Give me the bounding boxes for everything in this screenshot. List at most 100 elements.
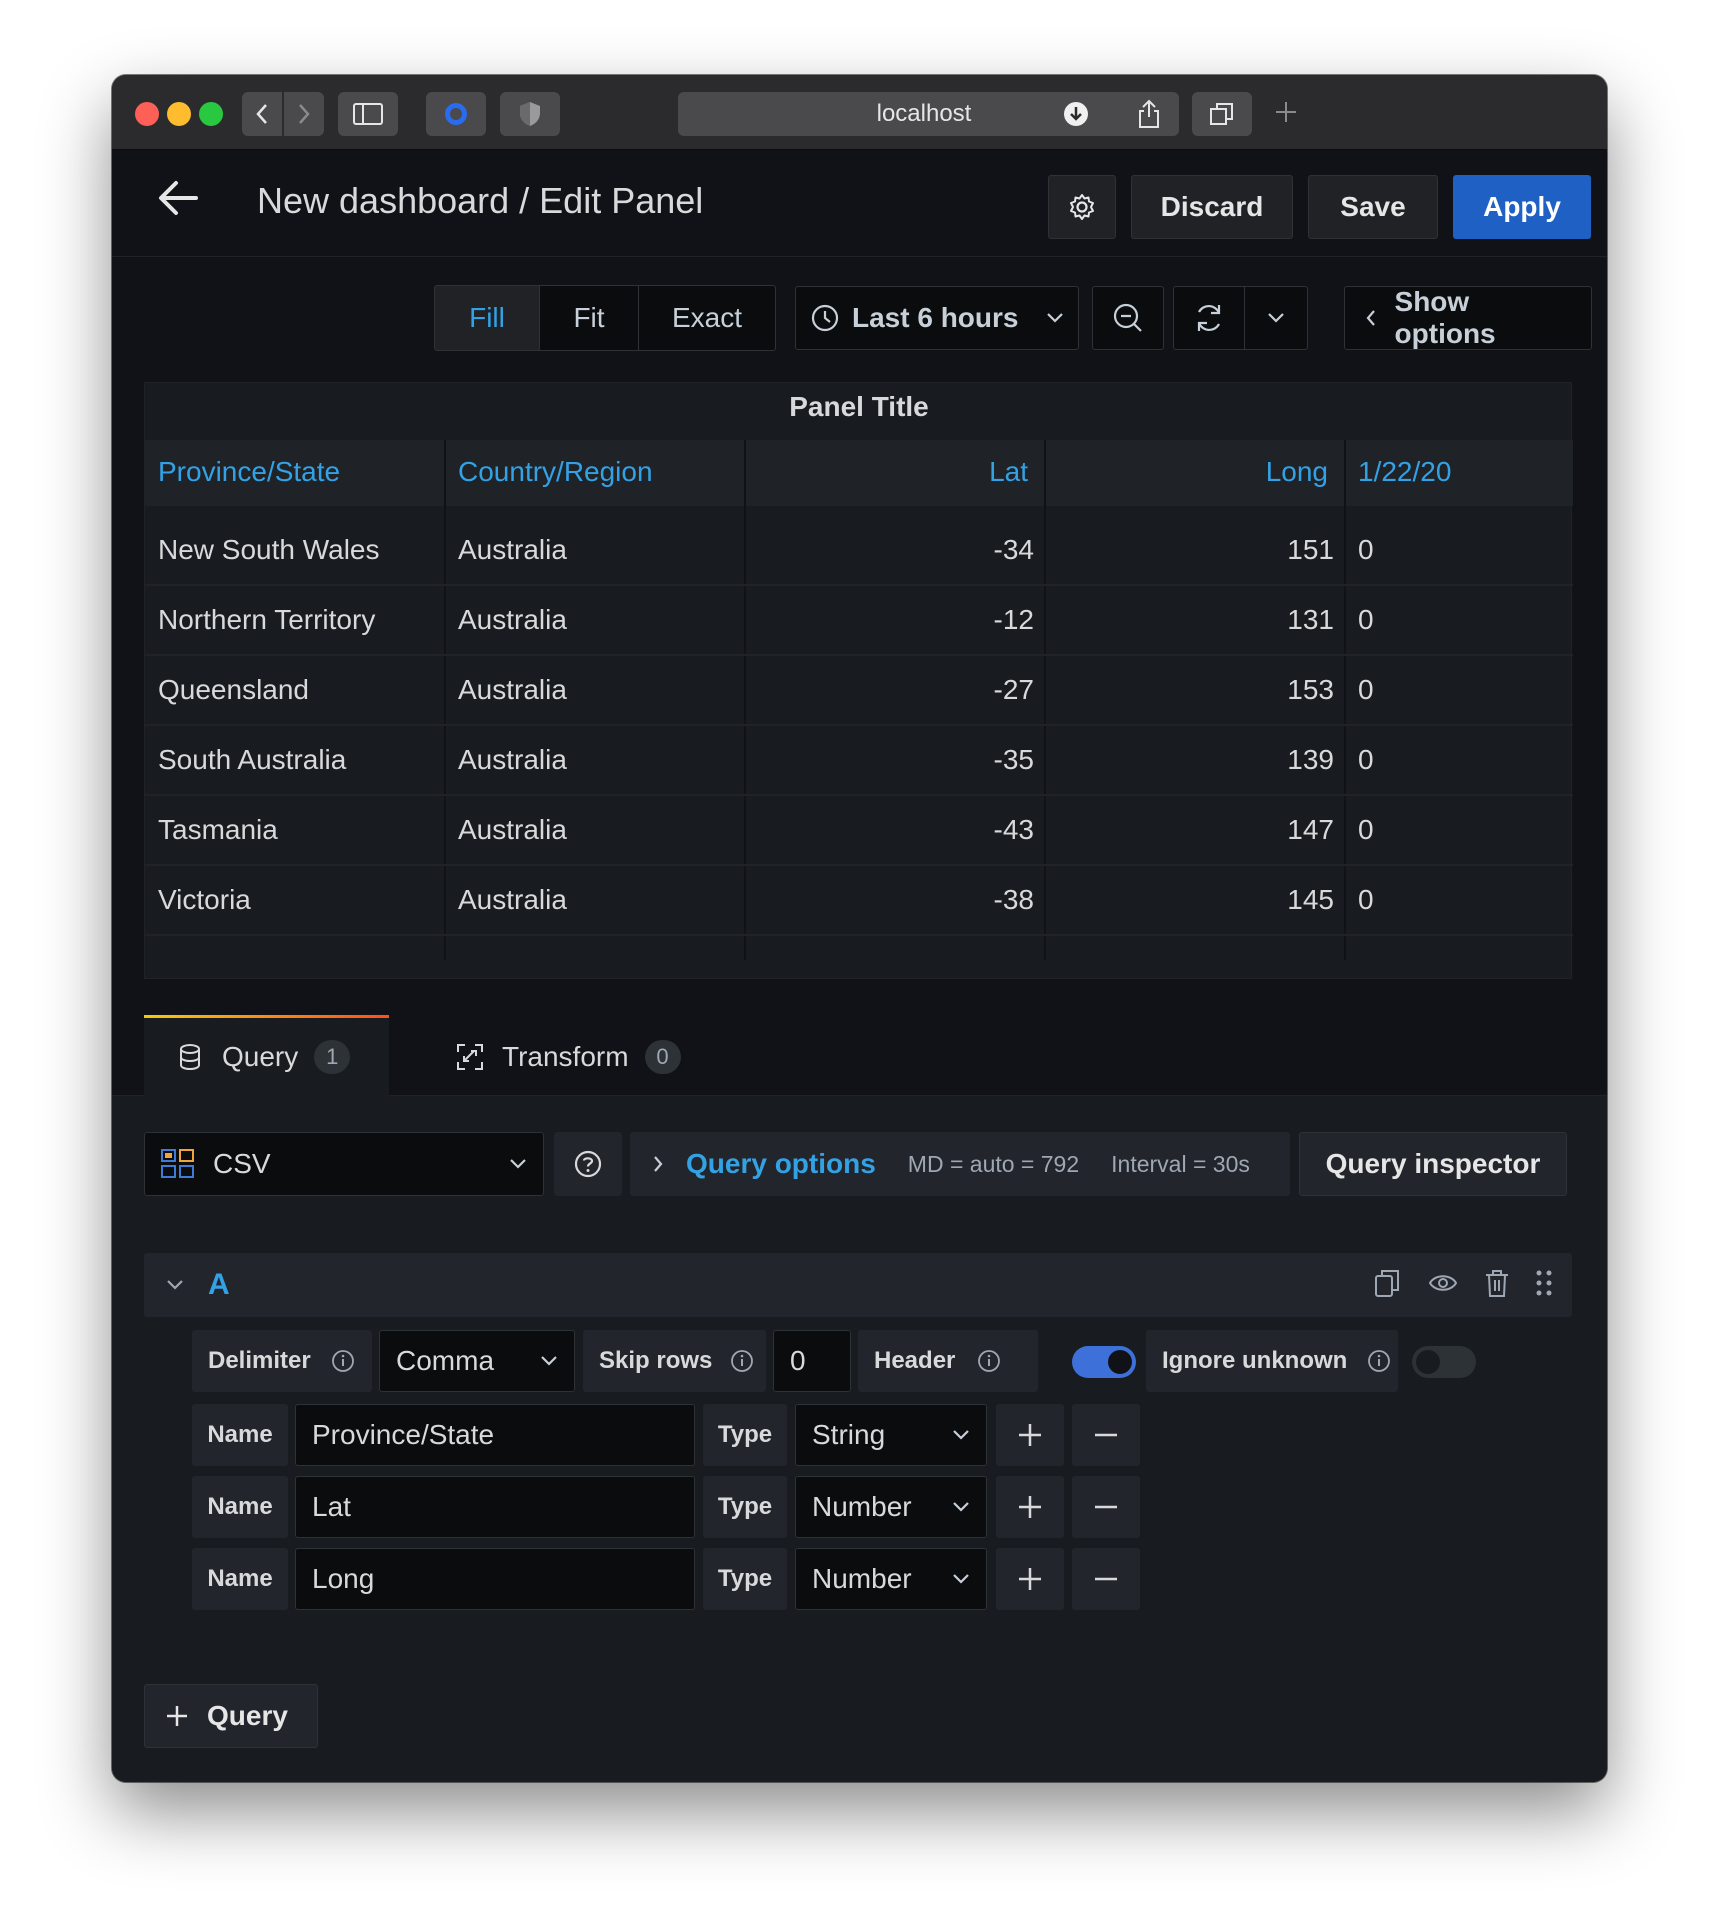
chevron-right-icon	[299, 104, 310, 124]
discard-button[interactable]: Discard	[1131, 175, 1293, 239]
toggle-query-visibility-button[interactable]	[1428, 1272, 1458, 1294]
query-ref-id[interactable]: A	[208, 1268, 230, 1302]
time-range-label: Last 6 hours	[852, 302, 1019, 333]
field-name-input[interactable]: Province/State	[295, 1404, 695, 1466]
field-type-select[interactable]: Number	[795, 1476, 987, 1538]
cell-province: Tasmania	[158, 814, 278, 845]
skip-rows-input[interactable]: 0	[773, 1330, 851, 1392]
field-name-label: Name	[192, 1404, 288, 1466]
query-inspector-button[interactable]: Query inspector	[1299, 1132, 1567, 1196]
chevron-right-icon	[654, 1156, 663, 1172]
minimize-window-button[interactable]	[167, 102, 191, 126]
field-name-input[interactable]: Long	[295, 1548, 695, 1610]
panel-settings-button[interactable]	[1048, 175, 1116, 239]
datasource-picker[interactable]: CSV	[144, 1132, 544, 1196]
zoom-out-button[interactable]	[1092, 286, 1164, 350]
cell-province: New South Wales	[158, 534, 380, 565]
column-header-long[interactable]: Long	[1058, 456, 1328, 488]
sidebar-toggle-button[interactable]	[338, 92, 398, 136]
back-nav-button[interactable]	[242, 92, 282, 136]
column-header-province[interactable]: Province/State	[158, 456, 340, 488]
plus-icon	[1019, 1424, 1041, 1446]
shield-icon	[520, 102, 540, 126]
cell-date: 0	[1358, 814, 1374, 845]
save-button[interactable]: Save	[1308, 175, 1438, 239]
cell-province: South Australia	[158, 744, 347, 775]
minus-icon	[1095, 1505, 1117, 1509]
add-query-button[interactable]: Query	[144, 1684, 318, 1748]
column-header-date[interactable]: 1/22/20	[1358, 456, 1451, 488]
back-button[interactable]	[156, 178, 200, 218]
fill-mode-button[interactable]: Fill	[434, 285, 540, 351]
page-title: New dashboard / Edit Panel	[257, 180, 704, 221]
remove-field-button[interactable]	[1072, 1548, 1140, 1610]
chevron-down-icon	[953, 1430, 969, 1440]
show-options-button[interactable]: Show options	[1344, 286, 1592, 350]
ignore-unknown-toggle[interactable]	[1412, 1346, 1476, 1378]
refresh-icon	[1197, 304, 1221, 332]
add-field-button[interactable]	[996, 1548, 1064, 1610]
time-range-picker[interactable]: Last 6 hours	[795, 286, 1079, 350]
maximize-window-button[interactable]	[199, 102, 223, 126]
refresh-button[interactable]	[1173, 286, 1245, 350]
remove-query-button[interactable]	[1484, 1268, 1510, 1298]
chevron-down-icon	[1268, 313, 1284, 323]
cell-country: Australia	[458, 814, 567, 845]
duplicate-query-button[interactable]	[1374, 1268, 1402, 1298]
exact-mode-button[interactable]: Exact	[639, 285, 776, 351]
refresh-interval-dropdown[interactable]	[1244, 286, 1308, 350]
new-tab-button[interactable]	[1265, 83, 1307, 141]
trash-icon	[1486, 1270, 1508, 1297]
cell-country: Australia	[458, 744, 567, 775]
cell-long: 147	[1287, 814, 1334, 845]
delimiter-value: Comma	[396, 1345, 495, 1376]
chevron-down-icon[interactable]	[166, 1279, 184, 1291]
add-field-button[interactable]	[996, 1404, 1064, 1466]
delimiter-select[interactable]: Comma	[379, 1330, 575, 1392]
remove-field-button[interactable]	[1072, 1404, 1140, 1466]
remove-field-button[interactable]	[1072, 1476, 1140, 1538]
add-field-button[interactable]	[996, 1476, 1064, 1538]
plus-icon	[1019, 1496, 1041, 1518]
info-icon[interactable]	[730, 1349, 754, 1373]
show-options-label: Show options	[1394, 286, 1496, 349]
tab-query[interactable]: Query 1	[144, 1015, 389, 1096]
tabs-overview-button[interactable]	[1192, 92, 1252, 136]
extension-button[interactable]	[426, 92, 486, 136]
fit-mode-button[interactable]: Fit	[540, 285, 639, 351]
query-options-toggle[interactable]: Query options MD = auto = 792 Interval =…	[630, 1132, 1290, 1196]
panel-preview: Panel Title Province/State Country/Regio…	[144, 382, 1573, 979]
privacy-button[interactable]	[500, 92, 560, 136]
field-name-label: Name	[192, 1548, 288, 1610]
info-icon[interactable]	[1367, 1349, 1391, 1373]
datasource-help-button[interactable]	[554, 1132, 622, 1196]
database-icon	[180, 1044, 200, 1071]
info-icon[interactable]	[977, 1349, 1001, 1373]
tab-transform[interactable]: Transform 0	[456, 1018, 681, 1096]
header-toggle[interactable]	[1072, 1346, 1136, 1378]
cell-country: Australia	[458, 604, 567, 635]
apply-button[interactable]: Apply	[1453, 175, 1591, 239]
forward-nav-button[interactable]	[284, 92, 324, 136]
plus-icon	[167, 1706, 187, 1726]
field-type-select[interactable]: Number	[795, 1548, 987, 1610]
field-type-select[interactable]: String	[795, 1404, 987, 1466]
cell-lat: -27	[993, 674, 1034, 705]
query-row-header[interactable]: A	[144, 1253, 1572, 1317]
share-icon	[1139, 99, 1159, 128]
info-icon[interactable]	[331, 1349, 355, 1373]
download-icon	[1064, 102, 1088, 126]
field-name-input[interactable]: Lat	[295, 1476, 695, 1538]
share-button[interactable]	[1119, 92, 1179, 136]
eye-icon	[1428, 1275, 1458, 1291]
close-window-button[interactable]	[135, 102, 159, 126]
column-header-lat[interactable]: Lat	[758, 456, 1028, 488]
cell-lat: -35	[993, 744, 1034, 775]
downloads-button[interactable]	[1046, 92, 1106, 136]
plus-icon	[1276, 102, 1296, 122]
field-type-value: Number	[812, 1563, 912, 1594]
drag-handle[interactable]	[1534, 1268, 1554, 1298]
cell-date: 0	[1358, 744, 1374, 775]
max-data-points: MD = auto = 792	[907, 1150, 1080, 1177]
column-header-country[interactable]: Country/Region	[458, 456, 653, 488]
